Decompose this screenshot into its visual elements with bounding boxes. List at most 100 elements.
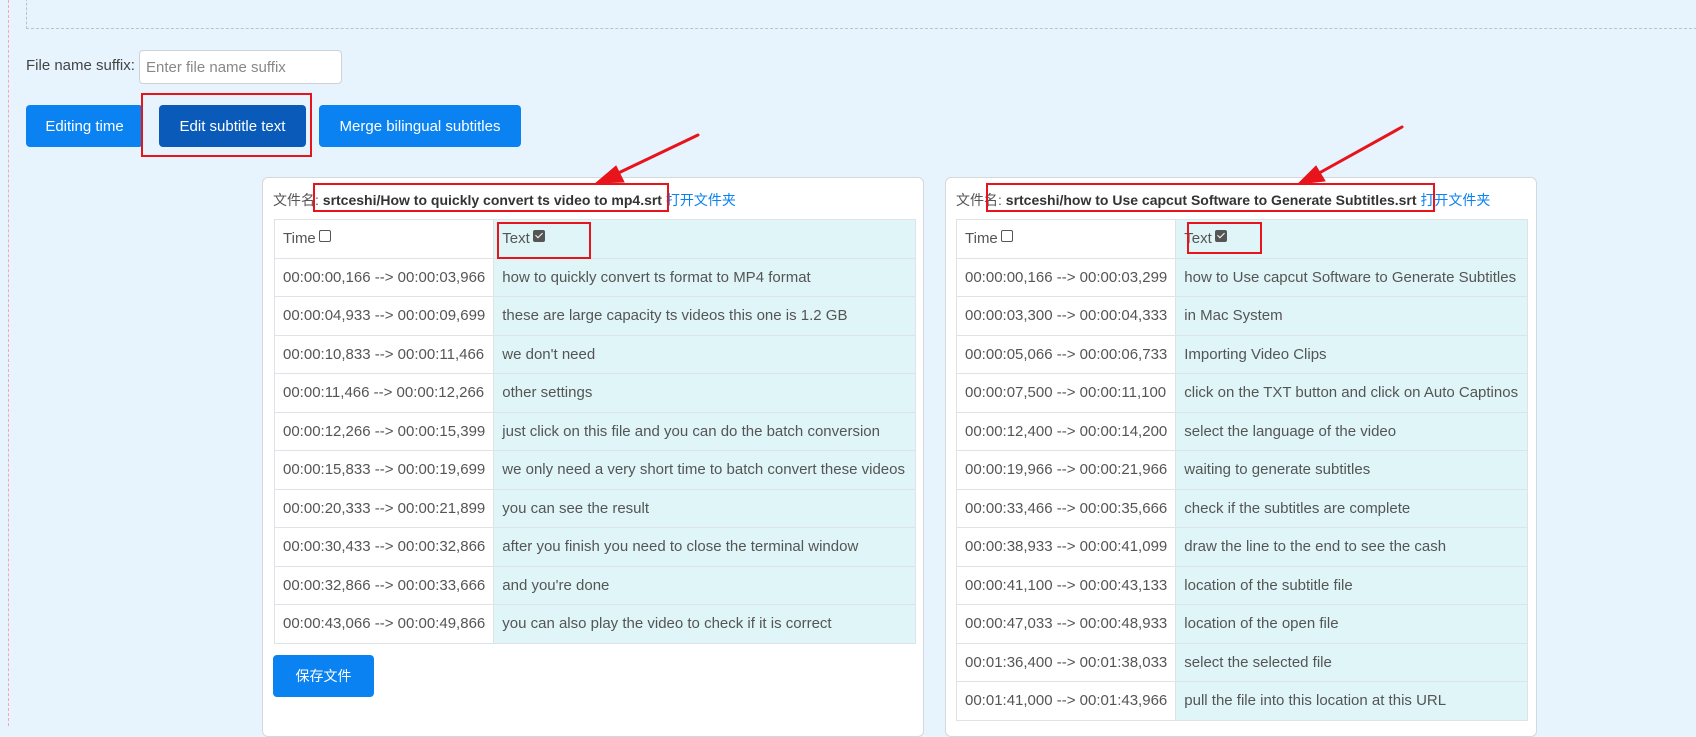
table-row: 00:00:00,166 --> 00:00:03,966 how to quic… xyxy=(273,257,916,297)
text-cell[interactable]: just click on this file and you can do t… xyxy=(493,411,916,451)
drop-zone[interactable] xyxy=(26,0,1696,29)
time-cell[interactable]: 00:00:19,966 --> 00:00:21,966 xyxy=(955,450,1177,490)
text-column-header: Text xyxy=(1175,219,1528,259)
filename-label: 文件名: xyxy=(273,192,319,208)
table-row: 00:00:15,833 --> 00:00:19,699 we only nee… xyxy=(273,450,916,490)
text-cell[interactable]: check if the subtitles are complete xyxy=(1175,488,1528,528)
time-cell[interactable]: 00:00:05,066 --> 00:00:06,733 xyxy=(955,334,1177,374)
time-cell[interactable]: 00:00:11,466 --> 00:00:12,266 xyxy=(273,373,495,413)
arrow-line-2 xyxy=(1310,125,1404,179)
text-cell[interactable]: how to quickly convert ts format to MP4 … xyxy=(493,257,916,297)
time-cell[interactable]: 00:00:12,266 --> 00:00:15,399 xyxy=(273,411,495,451)
text-cell[interactable]: location of the subtitle file xyxy=(1175,565,1528,605)
time-cell[interactable]: 00:00:33,466 --> 00:00:35,666 xyxy=(955,488,1177,528)
subtitle-panel-2: 文件名: srtceshi/how to Use capcut Software… xyxy=(945,177,1537,737)
subtitle-table: Time Text 00:00:00,166 --> 00:00:03,299 h… xyxy=(955,219,1528,721)
table-row: 00:00:47,033 --> 00:00:48,933 location of… xyxy=(955,604,1528,644)
time-checkbox[interactable] xyxy=(1000,230,1013,243)
table-row: 00:00:07,500 --> 00:00:11,100 click on th… xyxy=(955,373,1528,413)
filename: srtceshi/how to Use capcut Software to G… xyxy=(1005,192,1417,208)
table-row: 00:00:00,166 --> 00:00:03,299 how to Use … xyxy=(955,257,1528,297)
table-row: 00:00:03,300 --> 00:00:04,333 in Mac Syst… xyxy=(955,296,1528,336)
time-cell[interactable]: 00:01:36,400 --> 00:01:38,033 xyxy=(955,642,1177,682)
table-row: 00:00:05,066 --> 00:00:06,733 Importing V… xyxy=(955,334,1528,374)
table-row: 00:00:20,333 --> 00:00:21,899 you can see… xyxy=(273,488,916,528)
time-header-label: Time xyxy=(965,230,998,248)
table-row: 00:00:30,433 --> 00:00:32,866 after you f… xyxy=(273,527,916,567)
time-cell[interactable]: 00:00:12,400 --> 00:00:14,200 xyxy=(955,411,1177,451)
table-row: 00:01:36,400 --> 00:01:38,033 select the … xyxy=(955,642,1528,682)
filename-row: 文件名: srtceshi/How to quickly convert ts … xyxy=(273,190,736,210)
time-cell[interactable]: 00:00:00,166 --> 00:00:03,299 xyxy=(955,257,1177,297)
editing-time-button[interactable]: Editing time xyxy=(26,105,143,147)
time-column-header: Time xyxy=(273,219,495,259)
subtitle-panel-1: 文件名: srtceshi/How to quickly convert ts … xyxy=(262,177,924,737)
filename-row: 文件名: srtceshi/how to Use capcut Software… xyxy=(956,190,1490,210)
time-cell[interactable]: 00:00:32,866 --> 00:00:33,666 xyxy=(273,565,495,605)
text-cell[interactable]: click on the TXT button and click on Aut… xyxy=(1175,373,1528,413)
time-cell[interactable]: 00:01:41,000 --> 00:01:43,966 xyxy=(955,681,1177,721)
suffix-input[interactable] xyxy=(139,50,342,84)
time-cell[interactable]: 00:00:30,433 --> 00:00:32,866 xyxy=(273,527,495,567)
table-header-row: Time Text xyxy=(955,219,1528,259)
time-cell[interactable]: 00:00:03,300 --> 00:00:04,333 xyxy=(955,296,1177,336)
text-cell[interactable]: these are large capacity ts videos this … xyxy=(493,296,916,336)
table-row: 00:00:19,966 --> 00:00:21,966 waiting to … xyxy=(955,450,1528,490)
time-cell[interactable]: 00:00:38,933 --> 00:00:41,099 xyxy=(955,527,1177,567)
time-cell[interactable]: 00:00:10,833 --> 00:00:11,466 xyxy=(273,334,495,374)
text-cell[interactable]: waiting to generate subtitles xyxy=(1175,450,1528,490)
text-cell[interactable]: you can see the result xyxy=(493,488,916,528)
subtitle-table: Time Text 00:00:00,166 --> 00:00:03,966 h… xyxy=(273,219,916,644)
save-file-button[interactable]: 保存文件 xyxy=(273,655,374,697)
time-column-header: Time xyxy=(955,219,1177,259)
time-cell[interactable]: 00:00:07,500 --> 00:00:11,100 xyxy=(955,373,1177,413)
table-header-row: Time Text xyxy=(273,219,916,259)
text-header-label: Text xyxy=(1184,230,1212,248)
table-row: 00:00:33,466 --> 00:00:35,666 check if th… xyxy=(955,488,1528,528)
open-folder-link[interactable]: 打开文件夹 xyxy=(666,192,736,208)
text-cell[interactable]: how to Use capcut Software to Generate S… xyxy=(1175,257,1528,297)
text-cell[interactable]: select the language of the video xyxy=(1175,411,1528,451)
table-row: 00:00:10,833 --> 00:00:11,466 we don't ne… xyxy=(273,334,916,374)
text-cell[interactable]: location of the open file xyxy=(1175,604,1528,644)
arrow-line-1 xyxy=(608,133,700,179)
text-header-label: Text xyxy=(502,230,530,248)
table-row: 00:00:12,400 --> 00:00:14,200 select the … xyxy=(955,411,1528,451)
table-row: 00:00:38,933 --> 00:00:41,099 draw the li… xyxy=(955,527,1528,567)
text-cell[interactable]: we don't need xyxy=(493,334,916,374)
merge-bilingual-subtitles-button[interactable]: Merge bilingual subtitles xyxy=(319,105,521,147)
text-column-header: Text xyxy=(493,219,916,259)
table-row: 00:00:12,266 --> 00:00:15,399 just click … xyxy=(273,411,916,451)
time-cell[interactable]: 00:00:43,066 --> 00:00:49,866 xyxy=(273,604,495,644)
table-row: 00:00:04,933 --> 00:00:09,699 these are l… xyxy=(273,296,916,336)
text-cell[interactable]: other settings xyxy=(493,373,916,413)
table-row: 00:00:41,100 --> 00:00:43,133 location of… xyxy=(955,565,1528,605)
time-cell[interactable]: 00:00:15,833 --> 00:00:19,699 xyxy=(273,450,495,490)
text-checkbox[interactable] xyxy=(1214,230,1227,243)
text-cell[interactable]: and you're done xyxy=(493,565,916,605)
time-cell[interactable]: 00:00:47,033 --> 00:00:48,933 xyxy=(955,604,1177,644)
text-cell[interactable]: select the selected file xyxy=(1175,642,1528,682)
filename-label: 文件名: xyxy=(956,192,1002,208)
time-cell[interactable]: 00:00:04,933 --> 00:00:09,699 xyxy=(273,296,495,336)
text-cell[interactable]: you can also play the video to check if … xyxy=(493,604,916,644)
table-row: 00:00:32,866 --> 00:00:33,666 and you're … xyxy=(273,565,916,605)
text-checkbox[interactable] xyxy=(532,230,545,243)
time-header-label: Time xyxy=(283,230,316,248)
text-cell[interactable]: Importing Video Clips xyxy=(1175,334,1528,374)
suffix-label: File name suffix: xyxy=(26,57,135,74)
text-cell[interactable]: pull the file into this location at this… xyxy=(1175,681,1528,721)
time-cell[interactable]: 00:00:00,166 --> 00:00:03,966 xyxy=(273,257,495,297)
time-cell[interactable]: 00:00:20,333 --> 00:00:21,899 xyxy=(273,488,495,528)
text-cell[interactable]: after you finish you need to close the t… xyxy=(493,527,916,567)
time-cell[interactable]: 00:00:41,100 --> 00:00:43,133 xyxy=(955,565,1177,605)
text-cell[interactable]: we only need a very short time to batch … xyxy=(493,450,916,490)
text-cell[interactable]: in Mac System xyxy=(1175,296,1528,336)
table-row: 00:01:41,000 --> 00:01:43,966 pull the fi… xyxy=(955,681,1528,721)
text-cell[interactable]: draw the line to the end to see the cash xyxy=(1175,527,1528,567)
edit-subtitle-text-button[interactable]: Edit subtitle text xyxy=(159,105,306,147)
open-folder-link[interactable]: 打开文件夹 xyxy=(1420,192,1490,208)
filename: srtceshi/How to quickly convert ts video… xyxy=(322,192,662,208)
time-checkbox[interactable] xyxy=(318,230,331,243)
table-row: 00:00:43,066 --> 00:00:49,866 you can als… xyxy=(273,604,916,644)
